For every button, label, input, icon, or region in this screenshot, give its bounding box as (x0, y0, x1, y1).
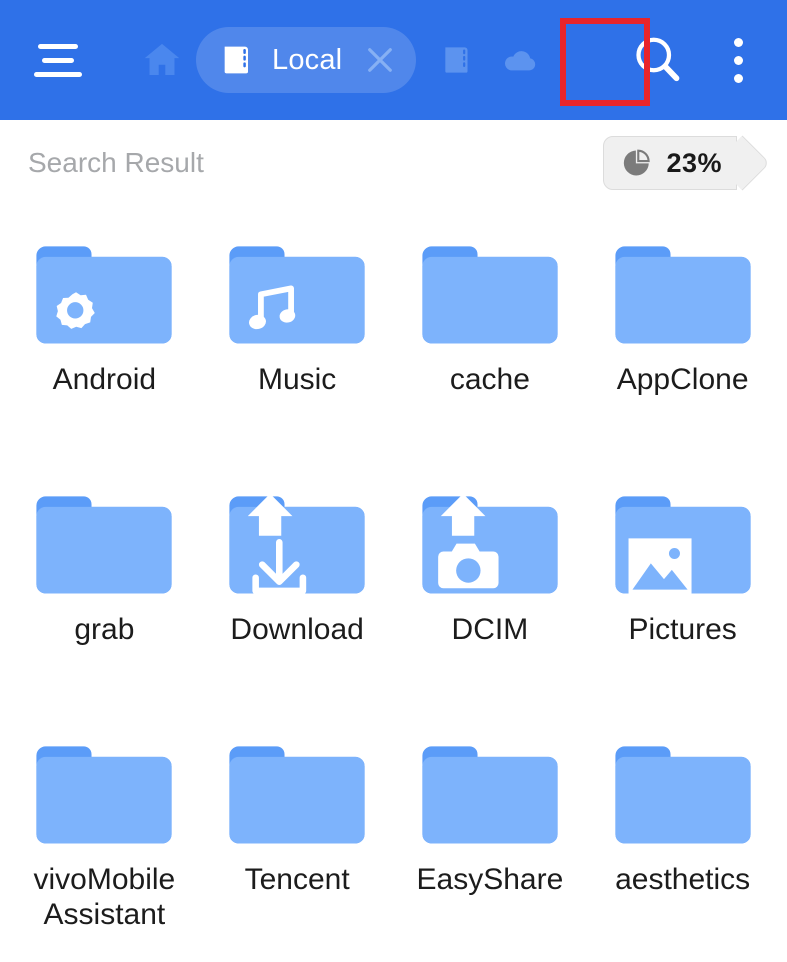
kebab-dot-icon (733, 55, 743, 65)
folder-icon (36, 246, 172, 344)
folder-icon (229, 746, 365, 844)
folder-icon (422, 493, 558, 594)
folder-item[interactable]: Tencent (201, 712, 394, 962)
folder-icon (229, 493, 365, 595)
folder-icon (615, 496, 751, 594)
folder-icon (422, 746, 558, 844)
kebab-dot-icon (733, 73, 743, 83)
hamburger-icon-line (42, 57, 74, 63)
folder-item[interactable]: vivoMobile Assistant (8, 712, 201, 962)
folder-label: vivoMobile Assistant (33, 863, 176, 932)
page-title: Search Result (28, 147, 204, 178)
more-options-button[interactable] (711, 25, 765, 95)
folder-label: aesthetics (615, 863, 751, 896)
hamburger-icon-line (34, 71, 82, 77)
folder-icon (36, 496, 172, 594)
home-icon (144, 43, 180, 76)
folder-item[interactable]: Android (8, 212, 201, 462)
folder-icon (422, 246, 558, 344)
folder-icon (615, 746, 751, 844)
storage-usage-badge[interactable]: 23% (603, 136, 737, 190)
folder-label: DCIM (451, 613, 529, 646)
kebab-dot-icon (733, 37, 743, 47)
folder-icon (615, 246, 751, 344)
search-button[interactable] (619, 17, 697, 103)
folder-label: grab (74, 613, 135, 646)
folder-icon (229, 246, 365, 344)
cloud-storage-button[interactable] (494, 29, 546, 91)
menu-button[interactable] (24, 26, 92, 94)
pie-chart-icon (624, 149, 651, 176)
sd-card-icon (445, 47, 468, 73)
folder-label: Pictures (628, 613, 737, 646)
folder-label: cache (449, 363, 530, 396)
storage-usage-value: 23% (666, 147, 722, 178)
tab-local[interactable]: Local (196, 27, 417, 93)
folder-label: Download (230, 613, 364, 646)
folder-label: Tencent (244, 863, 350, 896)
folder-item[interactable]: Pictures (586, 462, 779, 712)
folder-item[interactable]: grab (8, 462, 201, 712)
sd-card-storage-button[interactable] (432, 29, 484, 91)
folder-item[interactable]: Music (201, 212, 394, 462)
app-bar: Local (0, 0, 787, 120)
folder-grid: Android Music cache AppClone grab Downlo… (0, 206, 787, 962)
folder-item[interactable]: Download (201, 462, 394, 712)
folder-label: EasyShare (416, 863, 564, 896)
folder-item[interactable]: aesthetics (586, 712, 779, 962)
folder-item[interactable]: AppClone (586, 212, 779, 462)
folder-label: Music (257, 363, 337, 396)
folder-icon (36, 746, 172, 844)
hamburger-icon-line (38, 43, 78, 49)
cloud-icon (505, 51, 536, 71)
close-icon (368, 48, 393, 72)
search-icon (636, 37, 680, 82)
folder-item[interactable]: cache (394, 212, 587, 462)
home-button[interactable] (132, 25, 192, 95)
folder-label: Android (52, 363, 157, 396)
tab-close-button[interactable] (354, 34, 406, 86)
folder-item[interactable]: DCIM (394, 462, 587, 712)
sub-header: Search Result 23% (0, 120, 787, 206)
folder-item[interactable]: EasyShare (394, 712, 587, 962)
sd-card-icon (224, 46, 248, 74)
tab-local-label: Local (272, 43, 343, 76)
folder-label: AppClone (616, 363, 749, 396)
